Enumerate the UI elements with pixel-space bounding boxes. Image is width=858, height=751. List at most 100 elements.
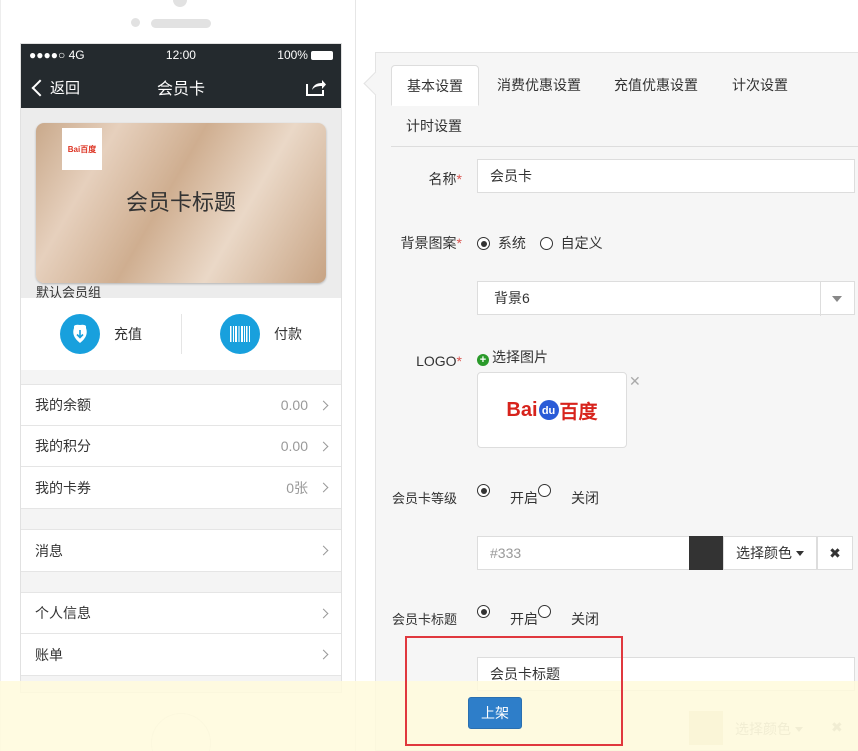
phone-nav-bar: 返回 会员卡: [21, 66, 341, 108]
background-label-text: 背景图案: [400, 235, 457, 251]
list-item-label: 账单: [35, 646, 63, 663]
publish-button[interactable]: 上架: [468, 697, 522, 729]
baidu-logo-mini: Bai百度: [67, 144, 97, 154]
phone-preview: ●●●●○ 4G 12:00 100% 返回 会员卡 Bai百度 会员卡标题 默…: [0, 0, 356, 751]
status-bar: ●●●●○ 4G 12:00 100%: [21, 44, 341, 66]
member-card: Bai百度 会员卡标题: [36, 123, 326, 283]
logo-text-bai: Bai: [506, 398, 538, 421]
logo-preview: Bai du 百度: [477, 372, 627, 448]
tab-recharge-discount[interactable]: 充值优惠设置: [599, 65, 713, 106]
settings-panel: 基本设置 消费优惠设置 充值优惠设置 计次设置 计时设置 名称* 会员卡 背景图…: [375, 52, 858, 751]
level-choose-color-button[interactable]: 选择颜色: [723, 536, 817, 570]
background-label: 背景图案*: [400, 235, 462, 251]
phone-sensor-dot: [131, 18, 140, 27]
title-radio-group: 开启 关闭: [477, 603, 697, 627]
radio-level-off-label: 关闭: [571, 490, 599, 506]
phone-nav-title: 会员卡: [156, 81, 205, 98]
list-item-bills[interactable]: 账单: [21, 634, 341, 675]
choose-image-link[interactable]: + 选择图片: [477, 347, 548, 367]
choose-image-label: 选择图片: [492, 349, 548, 365]
list-item-label: 我的余额: [35, 397, 91, 413]
tab-count[interactable]: 计次设置: [717, 65, 803, 106]
status-time: 12:00: [165, 48, 196, 62]
actions-divider: [181, 314, 182, 354]
close-icon: ✖: [829, 545, 841, 561]
logo-label-text: LOGO: [416, 353, 457, 369]
list-item-value: 0.00: [280, 397, 308, 413]
battery-icon: [310, 51, 333, 61]
battery-text: 100%: [277, 48, 308, 62]
profile-list: 个人信息 账单: [21, 592, 341, 676]
barcode-icon: [220, 314, 260, 354]
list-item-label: 我的积分: [35, 438, 91, 454]
account-list: 我的余额 0.00 我的积分 0.00 我的卡券 0张: [21, 384, 341, 509]
radio-level-on-label: 开启: [510, 490, 538, 506]
settings-tabs: 基本设置 消费优惠设置 充值优惠设置 计次设置 计时设置: [391, 65, 858, 147]
chevron-right-icon: [318, 545, 329, 556]
level-color-swatch: [689, 536, 723, 570]
level-color-input[interactable]: #333: [477, 536, 691, 570]
name-input[interactable]: 会员卡: [477, 159, 855, 193]
radio-title-on[interactable]: [477, 605, 490, 618]
radio-title-on-label: 开启: [510, 611, 538, 627]
phone-camera: [173, 0, 187, 7]
list-item-label: 个人信息: [35, 605, 91, 621]
background-radio-group: 系统 自定义: [477, 233, 603, 253]
chevron-right-icon: [318, 482, 329, 493]
paw-icon: du: [538, 400, 559, 420]
back-label: 返回: [50, 80, 81, 97]
card-title: 会员卡标题: [125, 190, 236, 215]
tab-consume-discount[interactable]: 消费优惠设置: [482, 65, 596, 106]
radio-title-off-label: 关闭: [571, 611, 599, 627]
download-icon: [60, 314, 100, 354]
bottom-action-bar: [0, 681, 858, 751]
pay-label: 付款: [274, 326, 302, 342]
list-item-label: 消息: [35, 542, 63, 559]
chevron-left-icon: [31, 79, 49, 96]
radio-custom[interactable]: [539, 237, 553, 250]
recharge-action[interactable]: 充值: [21, 314, 181, 354]
pay-action[interactable]: 付款: [181, 314, 341, 354]
list-item-coupons[interactable]: 我的卡券 0张: [21, 467, 341, 508]
radio-system-label: 系统: [497, 235, 526, 251]
chevron-right-icon: [318, 441, 329, 451]
back-button[interactable]: 返回: [31, 77, 80, 98]
tab-timing[interactable]: 计时设置: [391, 106, 477, 147]
background-select[interactable]: 背景6: [477, 281, 855, 316]
card-area: Bai百度 会员卡标题 默认会员组: [21, 108, 341, 300]
radio-level-off[interactable]: [538, 484, 551, 497]
remove-logo-icon[interactable]: ✕: [629, 373, 641, 390]
signal-indicator: ●●●●○ 4G: [29, 48, 85, 62]
list-item-value: 0.00: [280, 438, 308, 454]
logo-label: LOGO*: [416, 353, 462, 369]
radio-system[interactable]: [477, 237, 490, 250]
radio-title-off[interactable]: [538, 605, 551, 618]
message-list: 消息: [21, 529, 341, 572]
title-label: 会员卡标题: [392, 612, 458, 627]
name-label-text: 名称: [428, 171, 457, 187]
phone-screen: ●●●●○ 4G 12:00 100% 返回 会员卡 Bai百度 会员卡标题 默…: [20, 43, 342, 693]
list-item-profile[interactable]: 个人信息: [21, 593, 341, 634]
phone-speaker: [151, 19, 211, 28]
chevron-right-icon: [318, 649, 329, 660]
list-item-value: 0张: [286, 479, 308, 496]
share-icon[interactable]: [305, 77, 327, 97]
list-item-label: 我的卡券: [35, 479, 91, 496]
level-radio-group: 开启 关闭: [477, 482, 697, 506]
battery-indicator: 100%: [277, 48, 333, 62]
card-logo: Bai百度: [62, 128, 102, 170]
list-item-messages[interactable]: 消息: [21, 530, 341, 571]
chevron-right-icon: [318, 400, 329, 410]
caret-down-icon: [796, 551, 804, 556]
choose-color-label: 选择颜色: [736, 545, 792, 561]
list-item-balance[interactable]: 我的余额 0.00: [21, 385, 341, 426]
level-clear-button[interactable]: ✖: [817, 536, 853, 570]
logo-text-baidu-cn: 百度: [559, 401, 598, 423]
level-label: 会员卡等级: [392, 491, 458, 506]
list-item-points[interactable]: 我的积分 0.00: [21, 426, 341, 467]
recharge-label: 充值: [114, 326, 142, 342]
tab-basic[interactable]: 基本设置: [391, 65, 479, 106]
name-label: 名称*: [428, 171, 462, 187]
card-actions: 充值 付款: [21, 298, 341, 370]
radio-level-on[interactable]: [477, 484, 490, 497]
